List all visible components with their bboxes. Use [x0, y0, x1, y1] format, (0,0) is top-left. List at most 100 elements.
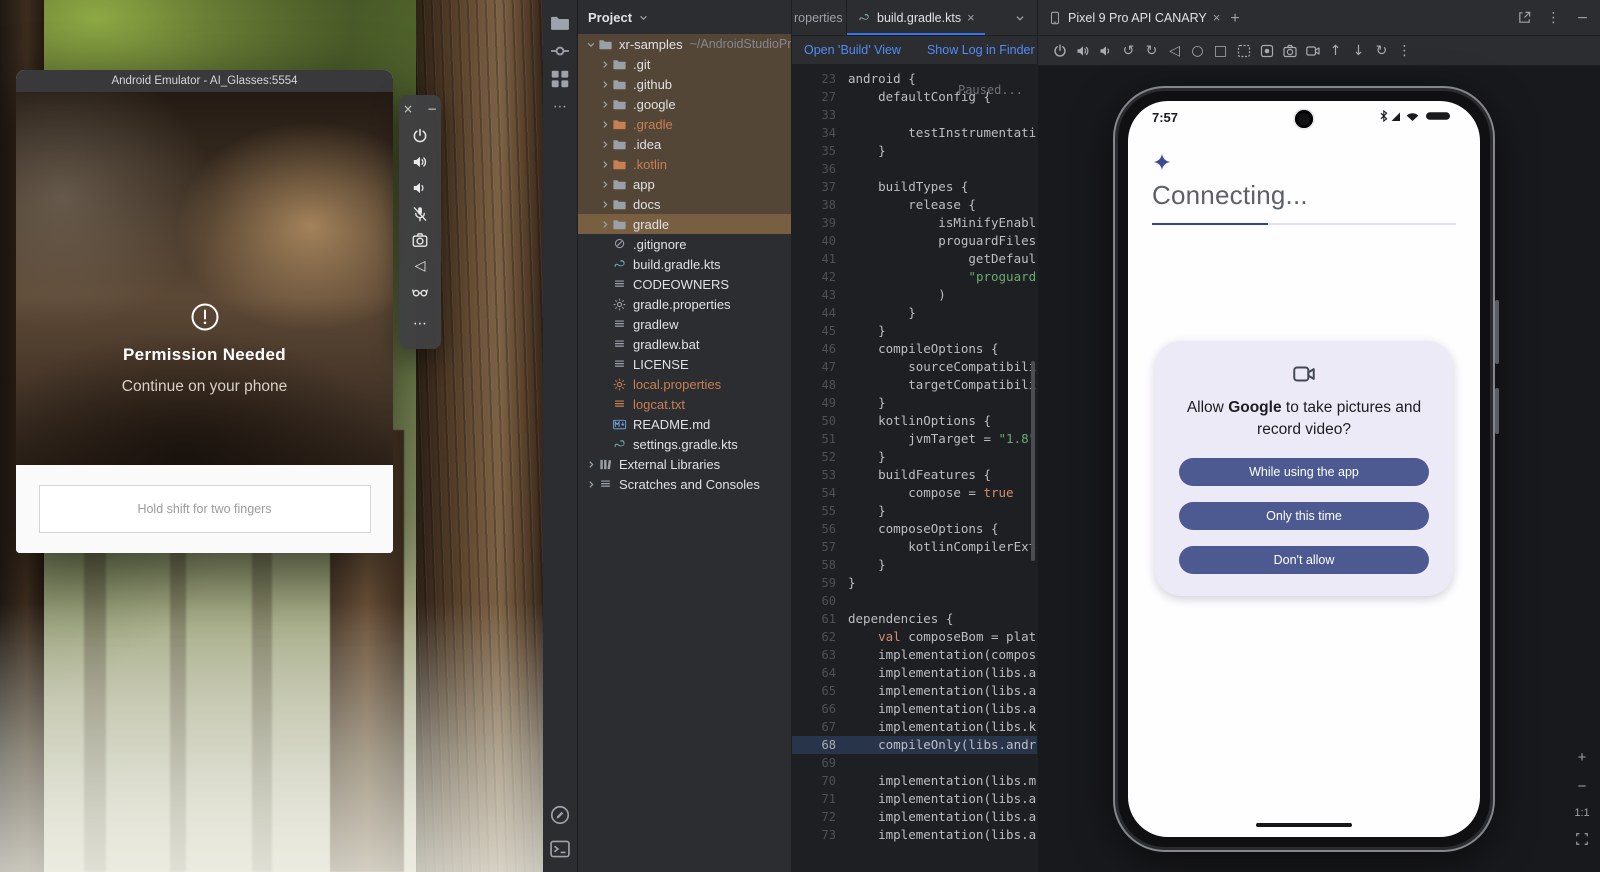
chevron-right-icon[interactable] [598, 158, 612, 171]
chevron-right-icon[interactable] [598, 198, 612, 211]
tree-item-label: .gradle [633, 117, 673, 132]
open-external-icon[interactable] [1517, 10, 1532, 25]
chevron-right-icon[interactable] [584, 458, 598, 471]
overview-icon[interactable]: □ [1213, 43, 1229, 59]
code-line: 59} [792, 574, 1037, 592]
dont-allow-button[interactable]: Don't allow [1179, 546, 1429, 574]
project-tree-item[interactable]: .kotlin [578, 154, 791, 174]
zoom-out-button[interactable]: − [1574, 778, 1590, 794]
camera-icon[interactable] [411, 231, 429, 249]
show-log-in-finder-link[interactable]: Show Log in Finder [927, 43, 1035, 57]
project-tree-item[interactable]: ≡LICENSE [578, 354, 791, 374]
chevron-down-icon[interactable] [637, 11, 650, 24]
tab-build-gradle-kts[interactable]: build.gradle.kts × [847, 0, 985, 35]
power-icon[interactable] [1052, 43, 1068, 59]
back-icon[interactable]: ◁ [1167, 43, 1183, 59]
project-tree-item[interactable]: ≡gradlew.bat [578, 334, 791, 354]
project-tree-item[interactable]: docs [578, 194, 791, 214]
tab-gradle-properties[interactable]: roperties [792, 0, 847, 35]
more-v-icon[interactable]: ⋮ [1546, 10, 1561, 25]
project-tree-item[interactable]: ≡CODEOWNERS [578, 274, 791, 294]
project-tree-item[interactable]: gradle.properties [578, 294, 791, 314]
more-icon[interactable]: ⋯ [411, 315, 429, 333]
volume-up-icon[interactable] [1075, 43, 1091, 59]
glasses-icon[interactable] [411, 283, 429, 301]
download-icon[interactable]: ↓ [1351, 43, 1367, 59]
upload-icon[interactable]: ↑ [1328, 43, 1344, 59]
project-tree-item[interactable]: xr-samples~/AndroidStudioProj [578, 34, 791, 54]
back-icon[interactable]: ◁ [411, 257, 429, 275]
project-tree-item[interactable]: gradle [578, 214, 791, 234]
more-h-icon[interactable]: ⋯ [549, 96, 571, 118]
project-tree-item[interactable]: .github [578, 74, 791, 94]
code-line: 53 buildFeatures { [792, 466, 1037, 484]
running-devices-panel: Pixel 9 Pro API CANARY × + ⋮− ↺↻◁○□↑↓↻⋮ … [1038, 0, 1600, 872]
open-build-view-link[interactable]: Open 'Build' View [804, 43, 901, 57]
record-icon[interactable] [1259, 43, 1275, 59]
editor-scrollbar[interactable] [1031, 361, 1035, 561]
project-tree-item[interactable]: .git [578, 54, 791, 74]
project-tree-item[interactable]: build.gradle.kts [578, 254, 791, 274]
project-tree-item[interactable]: ⊘.gitignore [578, 234, 791, 254]
chevron-right-icon[interactable] [598, 78, 612, 91]
zoom-to-fit-icon[interactable] [1575, 832, 1589, 846]
home-icon[interactable]: ○ [1190, 43, 1206, 59]
rotate-left-icon[interactable]: ↺ [1121, 43, 1137, 59]
device-tab-pixel-9-pro[interactable]: Pixel 9 Pro API CANARY × [1048, 0, 1220, 35]
rotate-right-icon[interactable]: ↻ [1144, 43, 1160, 59]
project-header-label: Project [588, 10, 632, 25]
terminal-icon[interactable] [549, 838, 571, 860]
tab-close-icon[interactable]: × [967, 10, 975, 25]
project-tree-item[interactable]: ≡logcat.txt [578, 394, 791, 414]
alert-icon [190, 302, 220, 332]
chevron-right-icon[interactable] [584, 478, 598, 491]
project-tree-item[interactable]: local.properties [578, 374, 791, 394]
volume-up-icon[interactable] [411, 153, 429, 171]
code-line: 43 ) [792, 286, 1037, 304]
folder-icon[interactable] [549, 12, 571, 34]
add-device-tab-button[interactable]: + [1230, 10, 1246, 26]
chevron-down-icon[interactable] [584, 38, 598, 51]
project-tree-item[interactable]: .idea [578, 134, 791, 154]
phone-screen[interactable]: 7:57 [1128, 101, 1480, 837]
screenshot-icon[interactable] [1236, 43, 1252, 59]
power-icon[interactable] [411, 127, 429, 145]
minimize-icon[interactable]: − [1575, 10, 1590, 25]
zoom-in-button[interactable]: + [1574, 749, 1590, 765]
project-tree-item[interactable]: README.md [578, 414, 791, 434]
project-tree-item[interactable]: .gradle [578, 114, 791, 134]
project-tree-item[interactable]: .google [578, 94, 791, 114]
structure-icon[interactable] [549, 68, 571, 90]
only-this-time-button[interactable]: Only this time [1179, 502, 1429, 530]
project-tree-item[interactable]: settings.gradle.kts [578, 434, 791, 454]
chevron-right-icon[interactable] [598, 138, 612, 151]
volume-down-icon[interactable] [1098, 43, 1114, 59]
project-tree-item[interactable]: ≡gradlew [578, 314, 791, 334]
close-icon[interactable]: × [402, 102, 415, 115]
camera-icon[interactable] [1282, 43, 1298, 59]
chevron-right-icon[interactable] [598, 58, 612, 71]
chevron-right-icon[interactable] [598, 218, 612, 231]
videocam-icon[interactable] [1305, 43, 1321, 59]
code-editor[interactable]: Paused... 23android {27 defaultConfig {3… [792, 65, 1037, 872]
project-panel-header[interactable]: Project [578, 0, 791, 34]
chevron-right-icon[interactable] [598, 118, 612, 131]
restart-icon[interactable]: ↻ [1374, 43, 1390, 59]
chevron-right-icon[interactable] [598, 98, 612, 111]
logcat-icon[interactable] [549, 804, 571, 826]
emulator-screen[interactable]: Permission Needed Continue on your phone [16, 92, 393, 465]
hidden-tabs-chevron-icon[interactable] [1013, 11, 1027, 25]
while-using-app-button[interactable]: While using the app [1179, 458, 1429, 486]
chevron-right-icon[interactable] [598, 178, 612, 191]
more-v-icon[interactable]: ⋮ [1397, 43, 1413, 59]
device-tab-close-icon[interactable]: × [1213, 10, 1221, 25]
commit-icon[interactable] [549, 40, 571, 62]
folder-icon [612, 177, 627, 192]
project-tree-item[interactable]: External Libraries [578, 454, 791, 474]
volume-down-icon[interactable] [411, 179, 429, 197]
mic-off-icon[interactable] [411, 205, 429, 223]
project-tree-item[interactable]: app [578, 174, 791, 194]
minimize-icon[interactable]: − [426, 102, 439, 115]
project-tree-item[interactable]: ≡Scratches and Consoles [578, 474, 791, 494]
folder-icon [612, 197, 627, 212]
